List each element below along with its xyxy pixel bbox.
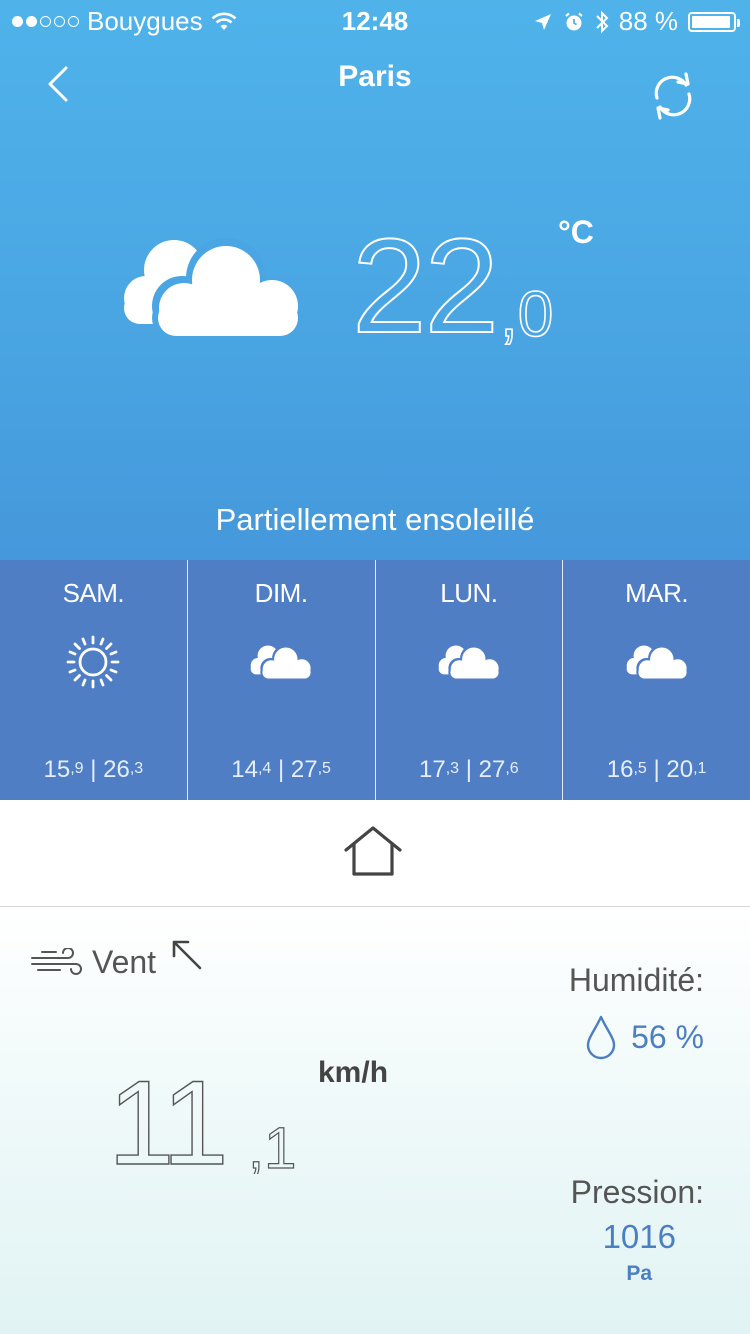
current-temp-decimal: ,0 (500, 278, 553, 350)
wind-label: Vent (92, 944, 157, 980)
cloud-icon (626, 644, 688, 680)
home-icon[interactable] (342, 824, 404, 878)
wind-direction-arrow-icon (172, 940, 202, 970)
wind-header: Vent (30, 944, 156, 981)
humidity-value-row: 56 % (585, 1014, 704, 1060)
current-temp-integer: 22 (352, 228, 497, 350)
humidity-value: 56 % (631, 1018, 704, 1055)
forecast-day-name: MAR. (625, 578, 689, 608)
forecast-strip: SAM. 15,9 | 26,3 DIM. 14,4 | 27,5 LUN. 1… (0, 560, 750, 800)
city-title: Paris (338, 60, 412, 93)
humidity-label: Humidité: (568, 962, 704, 998)
forecast-day[interactable]: SAM. 15,9 | 26,3 (0, 560, 188, 800)
battery-percent: 88 % (618, 6, 678, 36)
pressure-label: Pression: (570, 1174, 704, 1210)
battery-icon (688, 11, 740, 32)
cloud-icon (124, 238, 302, 340)
forecast-day[interactable]: LUN. 17,3 | 27,6 (376, 560, 564, 800)
status-bar: Bouygues 12:48 88 % (0, 0, 750, 40)
alarm-clock-icon (565, 12, 583, 30)
forecast-day[interactable]: DIM. 14,4 | 27,5 (188, 560, 376, 800)
weather-condition: Partiellement ensoleillé (215, 502, 535, 537)
sun-icon (66, 635, 120, 689)
wind-speed-decimal: ,1 (248, 1116, 296, 1174)
refresh-icon[interactable] (648, 70, 698, 122)
forecast-day-name: LUN. (440, 578, 498, 608)
forecast-day-name: DIM. (254, 578, 308, 608)
cloud-icon (250, 644, 313, 680)
current-weather-panel: Bouygues 12:48 88 % Paris 22 ,0 °C Parti… (0, 0, 750, 560)
wind-icon (31, 947, 82, 975)
wind-speed-integer: 11 (108, 1064, 225, 1174)
pressure-unit: Pa (626, 1262, 652, 1285)
temperature-unit: °C (558, 214, 594, 250)
pressure-value: 1016 (602, 1218, 676, 1255)
forecast-temp-range: 16,5 | 20,1 (606, 756, 707, 783)
details-panel: Vent 11 ,1 km/h Humidité: 56 % Pression:… (0, 908, 750, 1334)
bluetooth-icon (596, 10, 609, 33)
wind-unit: km/h (318, 1056, 389, 1089)
forecast-day-name: SAM. (62, 578, 125, 608)
forecast-temp-range: 14,4 | 27,5 (231, 756, 331, 783)
forecast-temp-range: 17,3 | 27,6 (419, 756, 519, 783)
home-bar (0, 800, 750, 907)
forecast-temp-range: 15,9 | 26,3 (43, 756, 144, 783)
cloud-icon (438, 644, 500, 680)
current-temperature: 22 ,0 (352, 228, 554, 350)
water-drop-icon (586, 1015, 616, 1060)
location-arrow-icon (534, 13, 551, 30)
wind-speed: 11 ,1 (108, 1064, 297, 1174)
forecast-day[interactable]: MAR. 16,5 | 20,1 (563, 560, 750, 800)
